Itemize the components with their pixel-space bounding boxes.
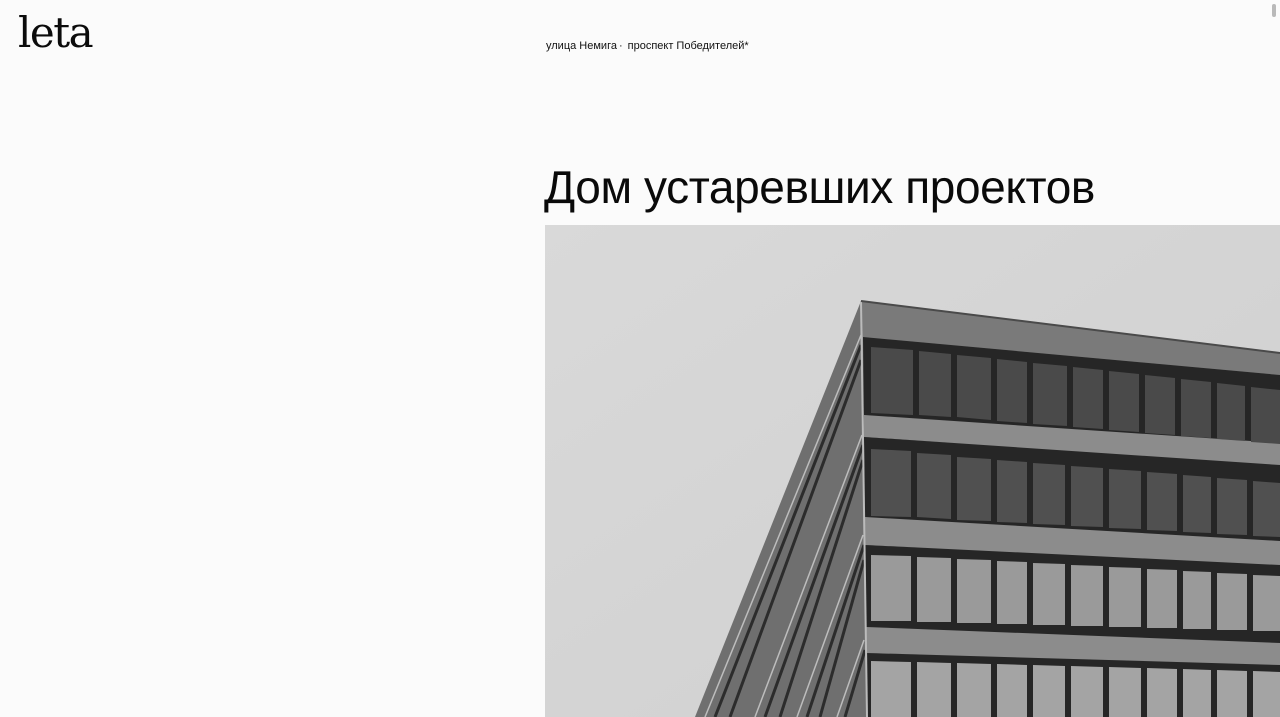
page-title: Дом устаревших проектов bbox=[544, 161, 1095, 213]
scrollbar-thumb[interactable] bbox=[1272, 4, 1276, 17]
breadcrumb-item-pobediteley[interactable]: проспект Победителей* bbox=[628, 40, 749, 52]
building-photo-icon bbox=[545, 225, 1280, 717]
breadcrumb: улица Немига · проспект Победителей* bbox=[546, 40, 749, 52]
breadcrumb-item-nemiga[interactable]: улица Немига bbox=[546, 40, 617, 52]
breadcrumb-separator: · bbox=[618, 40, 623, 52]
logo[interactable]: leta bbox=[18, 9, 94, 56]
building-photo bbox=[545, 225, 1280, 717]
